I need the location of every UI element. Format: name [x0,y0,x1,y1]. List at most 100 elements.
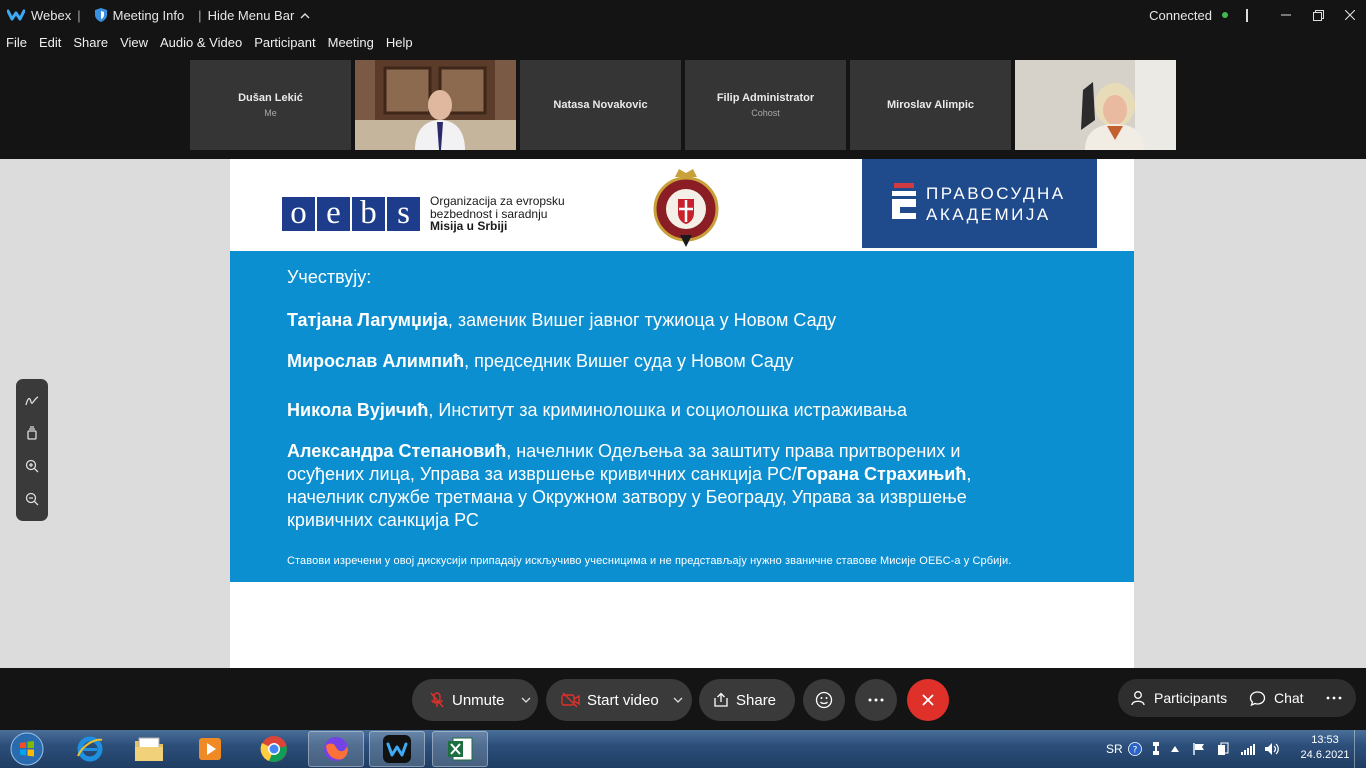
chevron-up-icon [1171,746,1179,752]
akademija-name: ПРАВОСУДНА АКАДЕМИЈА [926,183,1066,225]
start-button[interactable] [2,731,52,767]
tray-network[interactable] [1240,730,1256,768]
network-adapter-icon [1153,742,1159,755]
menu-bar: File Edit Share View Audio & Video Parti… [0,35,419,55]
reactions-button[interactable] [803,679,845,721]
help-tray[interactable]: ? [1128,730,1142,768]
shield-icon [94,8,107,22]
more-options-button[interactable] [855,679,897,721]
participant-entry: Мирослав Алимпић, председник Вишег суда … [287,351,794,371]
more-icon [1326,696,1342,700]
share-icon [714,692,728,707]
slide-disclaimer: Ставови изречени у овој дискусији припад… [287,555,1012,567]
menu-audio-video[interactable]: Audio & Video [154,35,248,55]
taskbar-media-player[interactable] [182,731,238,767]
show-hidden-icons[interactable] [1171,730,1179,768]
participants-button[interactable]: Participants [1130,679,1227,717]
menu-share[interactable]: Share [67,35,114,55]
clock-date: 24.6.2021 [1300,749,1350,761]
participant-entry: Татјана Лагумџија, заменик Вишег јавног … [287,310,837,330]
start-video-button[interactable]: Start video [546,679,692,721]
separator: | [198,7,202,23]
menu-view[interactable]: View [114,35,154,55]
akademija-emblem-icon [892,183,916,219]
smiley-icon [815,691,833,709]
taskbar-chrome[interactable] [246,731,302,767]
taskbar-internet-explorer[interactable] [62,731,118,767]
hide-menu-bar-label: Hide Menu Bar [207,7,295,23]
connection-label: Connected [1149,7,1212,23]
connection-status[interactable]: Connected [1149,8,1228,23]
internet-explorer-icon [77,736,103,762]
tray-device[interactable] [1217,730,1229,768]
share-button[interactable]: Share [699,679,795,721]
participant-video-tile[interactable] [1015,60,1176,150]
close-window-button[interactable] [1334,0,1366,30]
firefox-icon [324,737,348,761]
webex-icon [383,735,411,763]
svg-text:?: ? [1133,746,1138,756]
close-icon [922,694,934,706]
chat-button[interactable]: Chat [1249,679,1304,717]
participant-name: Filip Administrator [716,92,815,104]
tray-action-center[interactable] [1192,730,1206,768]
tray-network-adapter[interactable] [1151,730,1161,768]
oebs-letter: b [352,196,385,231]
system-clock[interactable]: 13:53 24.6.2021 [1300,733,1350,763]
language-indicator[interactable]: SR [1106,730,1123,768]
windows-start-icon [10,732,44,766]
akademija-line: АКАДЕМИЈА [926,205,1051,224]
separator [1246,8,1248,22]
participant-entry: Никола Вујичић, Институт за криминолошка… [287,400,908,420]
tray-volume[interactable] [1264,730,1280,768]
menu-meeting[interactable]: Meeting [322,35,380,55]
leave-meeting-button[interactable] [907,679,949,721]
annotate-icon[interactable] [24,393,40,409]
hide-menu-bar-button[interactable]: | Hide Menu Bar [191,8,317,23]
zoom-out-icon[interactable] [24,491,40,507]
connected-dot-icon [1222,12,1228,18]
chevron-down-icon[interactable] [673,697,683,703]
unmute-button[interactable]: Unmute [412,679,538,721]
meeting-info-label: Meeting Info [112,7,185,23]
taskbar-webex[interactable] [369,731,425,767]
person-icon [1131,691,1145,706]
akademija-line: ПРАВОСУДНА [926,184,1066,203]
menu-participant[interactable]: Participant [248,35,321,55]
menu-edit[interactable]: Edit [33,35,67,55]
participant-name: Dušan Lekić [238,92,303,104]
taskbar-firefox[interactable] [308,731,364,767]
participant-tile[interactable]: Dušan Lekić Me [190,60,351,150]
participant-role: Cohost [751,108,780,118]
meeting-info-button[interactable]: Meeting Info [88,8,192,23]
participant-tile[interactable]: Miroslav Alimpic [850,60,1011,150]
participant-video-tile[interactable] [355,60,516,150]
participant-tile[interactable]: Natasa Novakovic [520,60,681,150]
minimize-button[interactable] [1270,0,1302,30]
close-icon [1345,10,1355,20]
menu-help[interactable]: Help [380,35,419,55]
more-panels-button[interactable] [1326,679,1342,717]
slide-body: Учествују: Татјана Лагумџија, заменик Ви… [230,251,1134,582]
camera-off-icon [561,692,580,708]
webex-app-menu[interactable]: Webex | [0,8,88,23]
pointer-icon[interactable] [24,426,40,442]
device-icon [1218,742,1229,755]
menu-file[interactable]: File [0,35,33,55]
oebs-org-name: Organizacija za evropsku bezbednost i sa… [430,195,565,233]
share-label: Share [736,691,777,709]
pravosudna-akademija-logo: ПРАВОСУДНА АКАДЕМИЈА [862,159,1097,248]
slide-header: o e b s Organizacija za evropsku bezbedn… [230,159,1134,251]
presentation-slide: o e b s Organizacija za evropsku bezbedn… [230,159,1134,668]
participant-tile[interactable]: Filip Administrator Cohost [685,60,846,150]
more-icon [868,698,884,702]
oebs-logo: o e b s Organizacija za evropsku bezbedn… [282,195,565,233]
show-desktop-button[interactable] [1354,730,1366,768]
chevron-down-icon[interactable] [521,697,531,703]
meeting-controls-bar: Unmute Start video Share Participants Ch… [0,668,1366,730]
taskbar-file-explorer[interactable] [121,731,177,767]
restore-button[interactable] [1302,0,1334,30]
taskbar-excel[interactable] [432,731,488,767]
zoom-in-icon[interactable] [24,458,40,474]
participant-video-image [1015,60,1176,150]
